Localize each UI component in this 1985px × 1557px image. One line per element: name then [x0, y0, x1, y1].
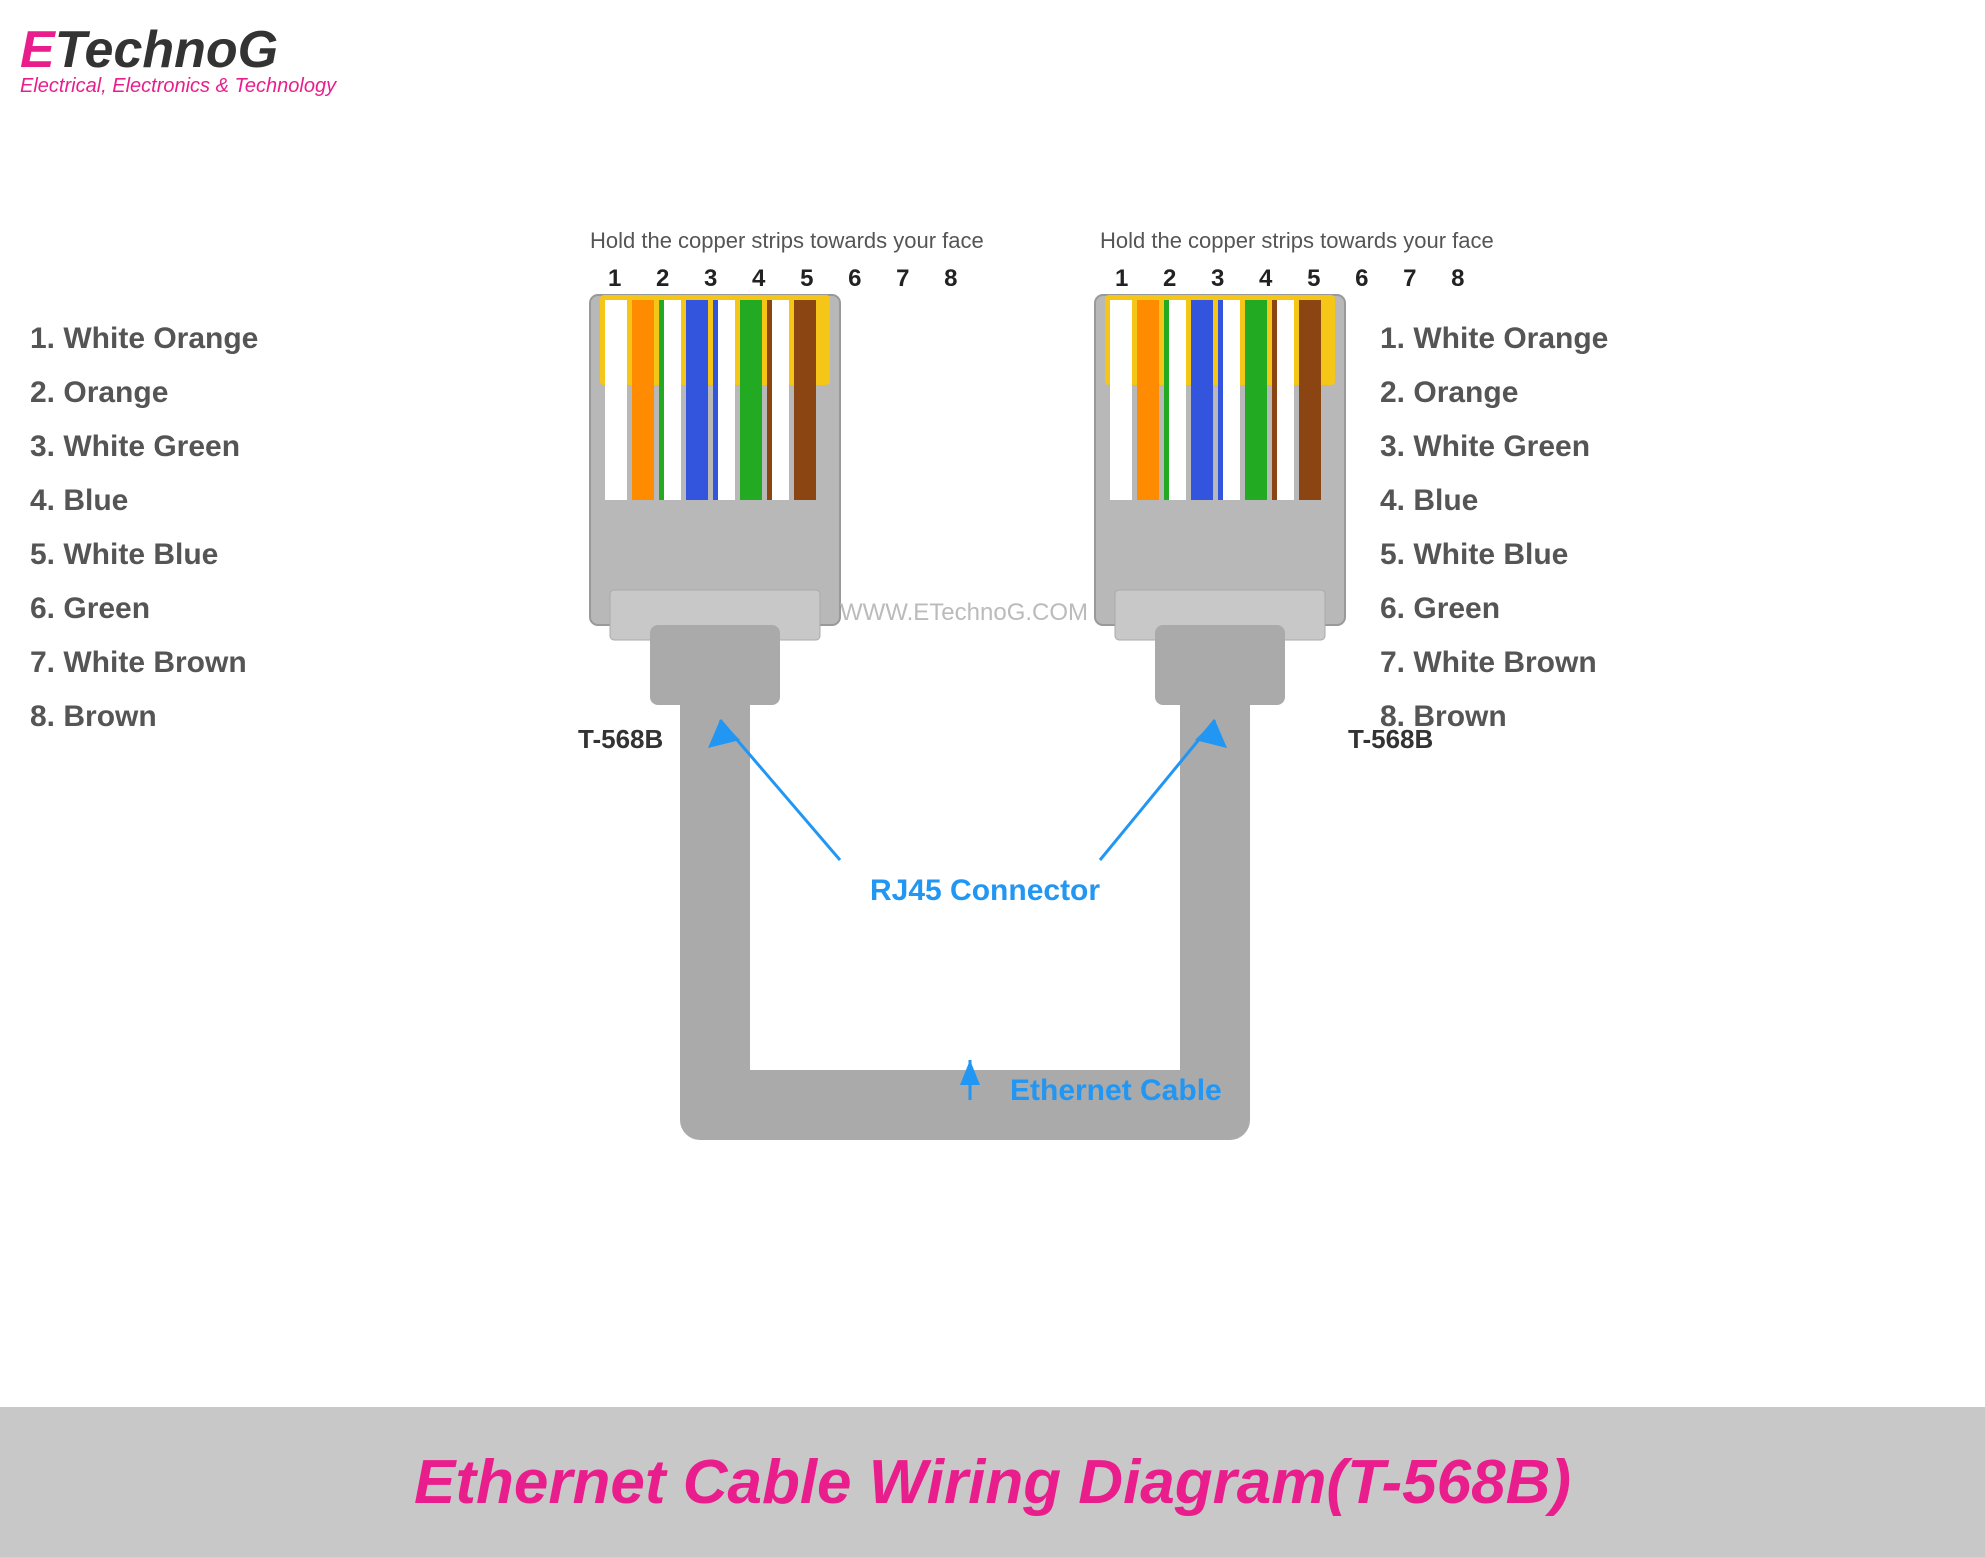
left-label-2: 2. Orange — [30, 376, 168, 409]
left-wire-3b — [659, 300, 664, 500]
right-wire-2 — [1137, 300, 1159, 500]
logo-subtitle: Electrical, Electronics & Technology — [20, 75, 336, 98]
left-label-4: 4. Blue — [30, 484, 128, 517]
left-cable-vertical — [680, 700, 750, 1120]
right-instruction: Hold the copper strips towards your face — [1100, 228, 1494, 253]
watermark: WWW.ETechnoG.COM — [840, 599, 1088, 626]
right-wire-4 — [1191, 300, 1213, 500]
left-wire-8 — [794, 300, 816, 500]
footer-banner: Ethernet Cable Wiring Diagram(T-568B) — [0, 1407, 1985, 1557]
right-wire-7b — [1272, 300, 1277, 500]
left-label-6: 6. Green — [30, 592, 150, 625]
right-label-1: 1. White Orange — [1380, 322, 1608, 355]
logo-technog: TechnoG — [55, 21, 278, 79]
logo-area: ETechnoG Electrical, Electronics & Techn… — [20, 20, 336, 98]
right-wire-8 — [1299, 300, 1321, 500]
left-wire-6 — [740, 300, 762, 500]
left-label-3: 3. White Green — [30, 430, 240, 463]
left-pin-numbers: 1 2 3 4 5 6 7 8 — [608, 265, 971, 292]
rj45-label: RJ45 Connector — [870, 874, 1100, 907]
page: ETechnoG Electrical, Electronics & Techn… — [0, 0, 1985, 1557]
right-label-7: 7. White Brown — [1380, 646, 1597, 679]
right-wire-3b — [1164, 300, 1169, 500]
ethernet-label: Ethernet Cable — [1010, 1074, 1222, 1107]
left-label-7: 7. White Brown — [30, 646, 247, 679]
right-label-2: 2. Orange — [1380, 376, 1518, 409]
right-connector-exit — [1155, 625, 1285, 705]
right-label-4: 4. Blue — [1380, 484, 1478, 517]
left-instruction: Hold the copper strips towards your face — [590, 228, 984, 253]
right-wire-5b — [1218, 300, 1223, 500]
right-label-5: 5. White Blue — [1380, 538, 1568, 571]
footer-title: Ethernet Cable Wiring Diagram(T-568B) — [414, 1447, 1571, 1518]
right-label-3: 3. White Green — [1380, 430, 1590, 463]
right-cable-vertical — [1180, 700, 1250, 1120]
left-label-5: 5. White Blue — [30, 538, 218, 571]
main-diagram: Hold the copper strips towards your face… — [0, 100, 1985, 1500]
left-t568b-label: T-568B — [578, 724, 663, 754]
left-wire-5b — [713, 300, 718, 500]
left-label-1: 1. White Orange — [30, 322, 258, 355]
right-wire-6 — [1245, 300, 1267, 500]
logo-text: ETechnoG — [20, 20, 336, 80]
right-label-6: 6. Green — [1380, 592, 1500, 625]
left-connector-exit — [650, 625, 780, 705]
left-label-8: 8. Brown — [30, 700, 157, 733]
right-pin-numbers: 1 2 3 4 5 6 7 8 — [1115, 265, 1478, 292]
right-t568b-label: T-568B — [1348, 724, 1433, 754]
right-wire-1 — [1110, 300, 1132, 500]
logo-e: E — [20, 21, 55, 79]
left-wire-1 — [605, 300, 627, 500]
left-wire-2 — [632, 300, 654, 500]
left-wire-4 — [686, 300, 708, 500]
left-wire-7b — [767, 300, 772, 500]
